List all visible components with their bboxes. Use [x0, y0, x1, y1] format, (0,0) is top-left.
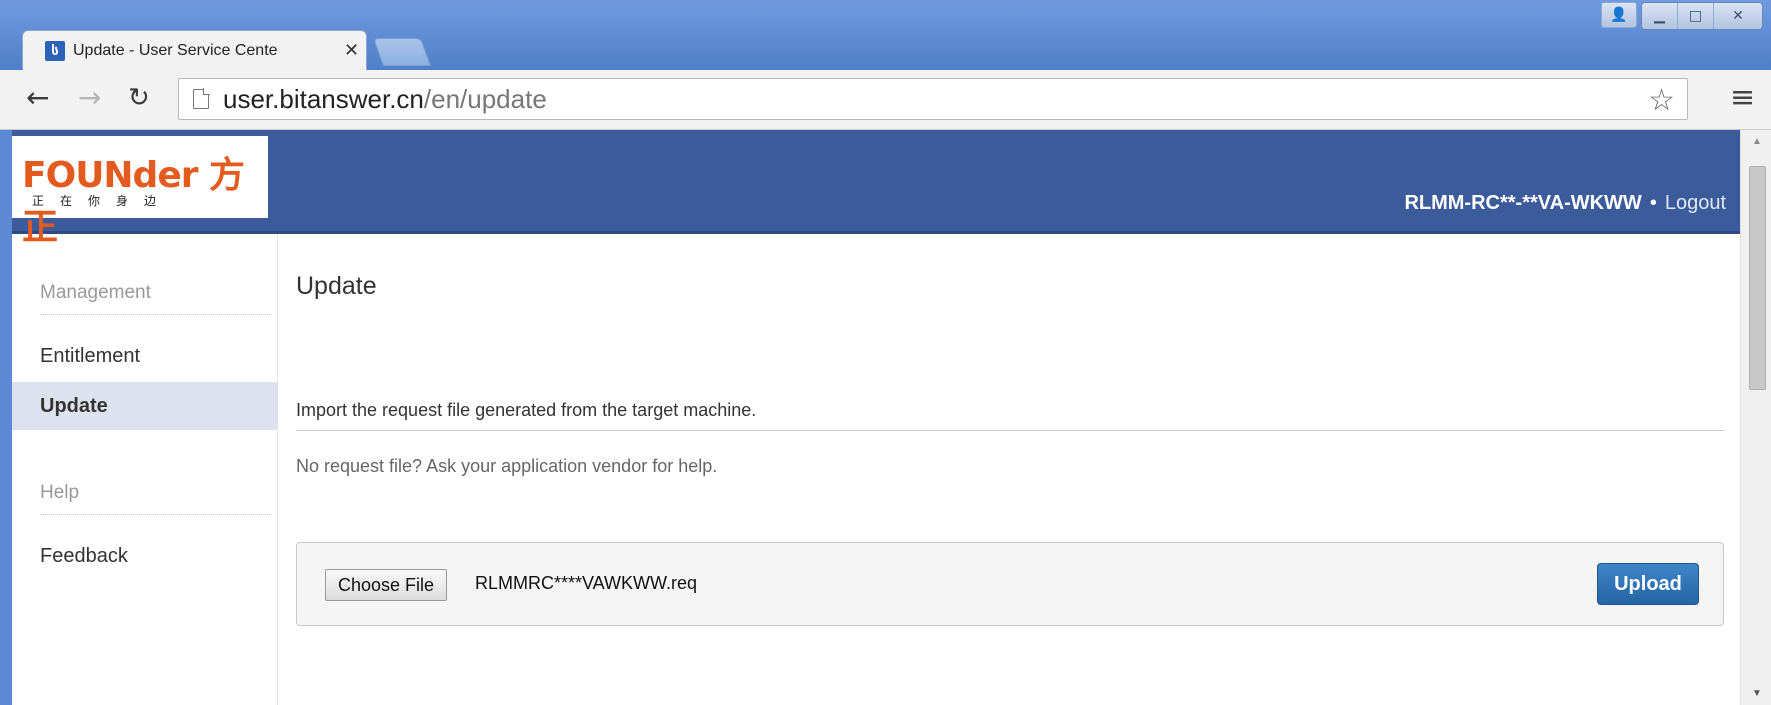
separator-dot: •: [1649, 192, 1657, 214]
scroll-thumb[interactable]: [1749, 166, 1766, 390]
tab-close-icon[interactable]: ✕: [344, 40, 359, 61]
divider: [40, 514, 272, 515]
back-arrow-icon[interactable]: ←: [26, 82, 49, 114]
divider: [296, 430, 1724, 431]
close-window-button[interactable]: ✕: [1714, 3, 1762, 29]
site-header: FOUNder 方正 正在你身边 RLMM-RC**-**VA-WKWW • Log…: [12, 130, 1740, 248]
scroll-up-icon[interactable]: ▲: [1752, 136, 1762, 147]
upload-button[interactable]: Upload: [1597, 563, 1699, 605]
sidebar-heading-help: Help: [40, 482, 80, 503]
window-controls: 👤 ▁ □ ✕: [1601, 2, 1763, 30]
bitanswer-favicon-icon: ს: [45, 40, 65, 61]
tab-title: Update - User Service Cente: [73, 41, 278, 59]
address-bar[interactable]: user.bitanswer.cn/en/update ☆: [178, 78, 1688, 120]
new-tab-button[interactable]: [372, 38, 432, 66]
divider: [40, 314, 272, 315]
url-host: user.bitanswer.cn: [223, 83, 424, 114]
upload-panel: Choose File RLMMRC****VAWKWW.req Upload: [296, 542, 1724, 626]
browser-tab[interactable]: ს Update - User Service Cente ✕: [22, 30, 367, 70]
bookmark-star-icon[interactable]: ☆: [1648, 83, 1675, 118]
scroll-down-icon[interactable]: ▼: [1752, 688, 1762, 699]
logo-tagline: 正在你身边: [32, 194, 173, 208]
sidebar-item-update[interactable]: Update: [12, 382, 278, 430]
choose-file-button[interactable]: Choose File: [325, 569, 448, 601]
sidebar-item-feedback[interactable]: Feedback: [12, 532, 278, 580]
browser-toolbar: ← → ↻ user.bitanswer.cn/en/update ☆ ≡: [0, 70, 1771, 130]
page-icon: [193, 88, 210, 109]
user-id: RLMM-RC**-**VA-WKWW: [1404, 192, 1642, 214]
url-text[interactable]: user.bitanswer.cn/en/update: [223, 84, 547, 115]
instruction-text: Import the request file generated from t…: [296, 400, 757, 420]
main-content: Update Import the request file generated…: [278, 234, 1740, 705]
page-title: Update: [296, 272, 377, 300]
sidebar-item-entitlement[interactable]: Entitlement: [12, 332, 278, 380]
sidebar: Management Entitlement Update Help Feedb…: [12, 234, 278, 705]
forward-arrow-icon[interactable]: →: [78, 82, 101, 114]
selected-file-name: RLMMRC****VAWKWW.req: [475, 573, 698, 593]
profile-icon[interactable]: 👤: [1601, 2, 1637, 28]
user-area: RLMM-RC**-**VA-WKWW • Logout: [1404, 192, 1726, 215]
logout-link[interactable]: Logout: [1665, 192, 1726, 214]
maximize-button[interactable]: □: [1678, 3, 1714, 29]
help-text: No request file? Ask your application ve…: [296, 456, 718, 476]
window-buttons: ▁ □ ✕: [1641, 2, 1763, 30]
founder-logo[interactable]: FOUNder 方正 正在你身边: [12, 136, 268, 248]
page-viewport: FOUNder 方正 正在你身边 RLMM-RC**-**VA-WKWW • Log…: [12, 130, 1740, 705]
sidebar-heading-management: Management: [40, 282, 151, 303]
browser-titlebar: 👤 ▁ □ ✕ ს Update - User Service Cente ✕: [0, 0, 1771, 70]
reload-icon[interactable]: ↻: [128, 82, 150, 114]
vertical-scrollbar[interactable]: ▲ ▼: [1740, 130, 1771, 705]
chrome-menu-icon[interactable]: ≡: [1730, 82, 1755, 114]
url-path: /en/update: [423, 83, 547, 114]
minimize-button[interactable]: ▁: [1642, 3, 1678, 29]
